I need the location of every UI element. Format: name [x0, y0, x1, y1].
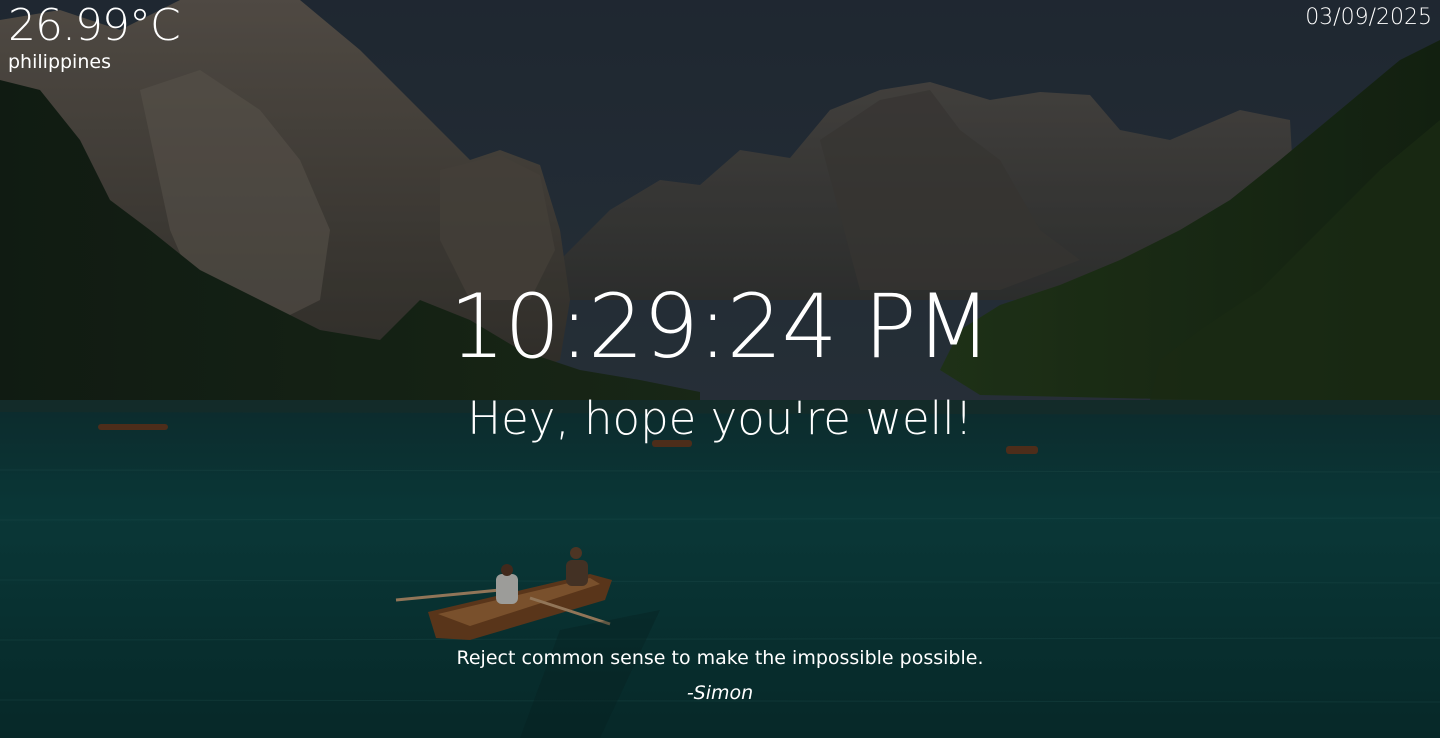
weather-widget: 26.99°C philippines	[8, 0, 181, 74]
greeting: Hey, hope you're well!	[467, 392, 973, 445]
date: 03/09/2025	[1305, 5, 1432, 30]
quote-author: -Simon	[686, 682, 754, 704]
clock: 10:29:24 PM	[449, 275, 991, 378]
quote-text: Reject common sense to make the impossib…	[456, 647, 984, 669]
location: philippines	[8, 51, 111, 73]
new-tab-dashboard: 26.99°C philippines 03/09/2025 10:29:24 …	[0, 0, 1440, 738]
temperature: 26.99°C	[8, 0, 181, 51]
